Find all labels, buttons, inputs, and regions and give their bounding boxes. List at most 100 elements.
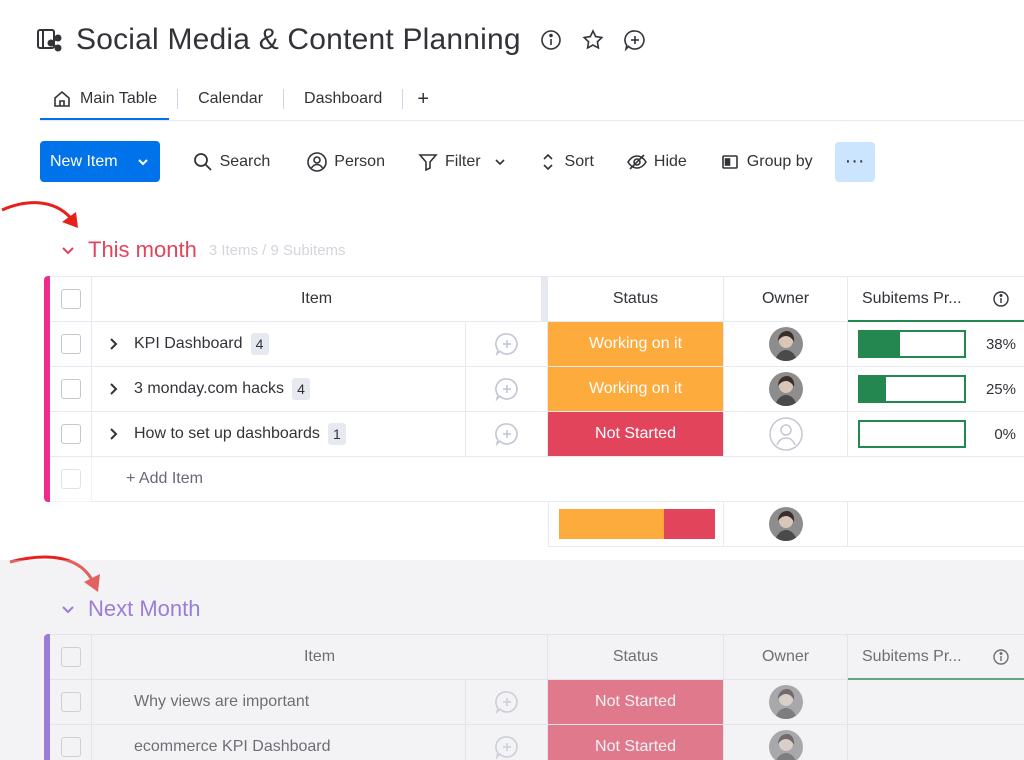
search-button[interactable]: Search bbox=[192, 151, 271, 173]
column-header-item[interactable]: Item bbox=[92, 634, 548, 680]
item-name[interactable]: 3 monday.com hacks bbox=[134, 380, 284, 398]
item-cell[interactable]: Why views are important bbox=[92, 680, 466, 725]
table-row[interactable]: How to set up dashboards 1 Not Started 0… bbox=[44, 412, 1024, 457]
subitems-count-badge[interactable]: 1 bbox=[327, 423, 346, 445]
add-item-row[interactable]: + Add Item bbox=[44, 457, 1024, 502]
updates-cell[interactable] bbox=[466, 322, 548, 367]
add-item-input[interactable]: + Add Item bbox=[92, 470, 203, 488]
tab-main-table[interactable]: Main Table bbox=[40, 78, 170, 120]
chevron-right-icon[interactable] bbox=[106, 427, 120, 441]
row-checkbox[interactable] bbox=[60, 424, 81, 444]
avatar[interactable] bbox=[768, 507, 803, 541]
new-item-button[interactable]: New Item bbox=[40, 141, 160, 182]
person-filter-button[interactable]: Person bbox=[306, 151, 385, 173]
avatar[interactable] bbox=[768, 372, 803, 406]
group-header-this-month[interactable]: This month 3 Items / 9 Subitems bbox=[60, 236, 346, 264]
activity-icon[interactable] bbox=[623, 28, 647, 52]
status-label[interactable]: Working on it bbox=[548, 367, 723, 411]
avatar[interactable] bbox=[768, 685, 803, 719]
chevron-down-icon[interactable] bbox=[60, 601, 76, 617]
avatar[interactable] bbox=[768, 327, 803, 361]
star-icon[interactable] bbox=[581, 28, 605, 52]
row-checkbox[interactable] bbox=[60, 737, 81, 757]
group-by-button[interactable]: Group by bbox=[719, 151, 813, 173]
chevron-down-icon[interactable] bbox=[60, 242, 76, 258]
owner-cell[interactable] bbox=[724, 322, 848, 367]
search-label: Search bbox=[219, 152, 271, 170]
status-cell[interactable]: Not Started bbox=[548, 725, 724, 760]
add-update-icon[interactable] bbox=[494, 734, 520, 760]
item-cell[interactable]: KPI Dashboard 4 bbox=[92, 322, 466, 367]
row-checkbox[interactable] bbox=[60, 692, 81, 712]
status-cell[interactable]: Working on it bbox=[548, 367, 724, 412]
owner-cell[interactable] bbox=[724, 367, 848, 412]
item-name[interactable]: How to set up dashboards bbox=[134, 425, 320, 443]
column-header-item[interactable]: Item bbox=[92, 276, 542, 322]
item-cell[interactable]: How to set up dashboards 1 bbox=[92, 412, 466, 457]
status-label[interactable]: Not Started bbox=[548, 412, 723, 456]
item-name[interactable]: ecommerce KPI Dashboard bbox=[134, 738, 331, 756]
add-update-icon[interactable] bbox=[494, 331, 520, 357]
owner-summary-cell[interactable] bbox=[724, 502, 848, 547]
subitems-count-badge[interactable]: 4 bbox=[292, 378, 310, 400]
status-summary-cell[interactable] bbox=[548, 502, 724, 547]
table-row[interactable]: KPI Dashboard 4 Working on it 38% bbox=[44, 322, 1024, 367]
table-row[interactable]: 3 monday.com hacks 4 Working on it 25% bbox=[44, 367, 1024, 412]
status-cell[interactable]: Not Started bbox=[548, 680, 724, 725]
add-update-icon[interactable] bbox=[494, 421, 520, 447]
add-update-icon[interactable] bbox=[494, 376, 520, 402]
column-header-subitems[interactable]: Subitems Pr... bbox=[848, 634, 1024, 680]
add-update-icon[interactable] bbox=[494, 689, 520, 715]
tab-calendar[interactable]: Calendar bbox=[186, 78, 275, 120]
updates-cell[interactable] bbox=[466, 367, 548, 412]
sort-button[interactable]: Sort bbox=[537, 151, 594, 173]
status-cell[interactable]: Not Started bbox=[548, 412, 724, 457]
owner-cell[interactable] bbox=[724, 412, 848, 457]
add-view-button[interactable]: + bbox=[411, 78, 435, 120]
item-name[interactable]: Why views are important bbox=[134, 693, 309, 711]
status-label[interactable]: Not Started bbox=[548, 725, 723, 760]
item-cell[interactable]: ecommerce KPI Dashboard bbox=[92, 725, 466, 760]
subitems-count-badge[interactable]: 4 bbox=[250, 333, 269, 355]
board-title: Social Media & Content Planning bbox=[76, 23, 521, 56]
updates-cell[interactable] bbox=[466, 412, 548, 457]
column-header-subitems[interactable]: Subitems Pr... bbox=[848, 276, 1024, 322]
table-row[interactable]: Why views are important Not Started bbox=[44, 680, 1024, 725]
chevron-down-icon[interactable] bbox=[489, 151, 511, 173]
column-header-owner[interactable]: Owner bbox=[724, 276, 848, 322]
table-row[interactable]: ecommerce KPI Dashboard Not Started bbox=[44, 725, 1024, 760]
avatar[interactable] bbox=[768, 730, 803, 760]
column-header-status[interactable]: Status bbox=[548, 634, 724, 680]
status-cell[interactable]: Working on it bbox=[548, 322, 724, 367]
hide-button[interactable]: Hide bbox=[626, 151, 687, 173]
owner-cell[interactable] bbox=[724, 725, 848, 760]
empty-person-icon[interactable] bbox=[768, 417, 803, 451]
tab-dashboard[interactable]: Dashboard bbox=[292, 78, 394, 120]
more-options-button[interactable]: ··· bbox=[834, 141, 875, 182]
updates-cell[interactable] bbox=[466, 725, 548, 760]
select-all-checkbox[interactable] bbox=[60, 647, 81, 667]
item-name[interactable]: KPI Dashboard bbox=[134, 335, 243, 353]
updates-cell[interactable] bbox=[466, 680, 548, 725]
info-icon[interactable] bbox=[992, 290, 1010, 308]
info-icon[interactable] bbox=[539, 28, 563, 52]
info-icon[interactable] bbox=[992, 648, 1010, 666]
add-item-cell[interactable]: + Add Item bbox=[92, 457, 1024, 502]
select-all-checkbox[interactable] bbox=[60, 289, 81, 309]
row-checkbox[interactable] bbox=[60, 334, 81, 354]
chevron-down-icon[interactable] bbox=[136, 155, 150, 169]
group-header-next-month[interactable]: Next Month bbox=[60, 595, 201, 623]
item-cell[interactable]: 3 monday.com hacks 4 bbox=[92, 367, 466, 412]
chevron-right-icon[interactable] bbox=[106, 382, 120, 396]
status-label[interactable]: Working on it bbox=[548, 322, 723, 366]
row-checkbox[interactable] bbox=[60, 379, 81, 399]
filter-button[interactable]: Filter bbox=[417, 151, 511, 173]
status-summary-bar[interactable] bbox=[559, 509, 715, 539]
chevron-right-icon[interactable] bbox=[106, 337, 120, 351]
status-label[interactable]: Not Started bbox=[548, 680, 723, 724]
column-header-status[interactable]: Status bbox=[548, 276, 724, 322]
group-title[interactable]: This month bbox=[88, 237, 197, 263]
column-header-owner[interactable]: Owner bbox=[724, 634, 848, 680]
group-title[interactable]: Next Month bbox=[88, 596, 201, 622]
owner-cell[interactable] bbox=[724, 680, 848, 725]
